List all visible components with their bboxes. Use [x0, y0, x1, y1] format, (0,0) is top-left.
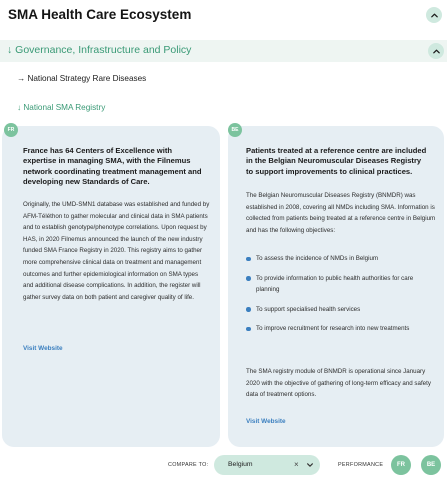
- section-governance[interactable]: ↓ Governance, Infrastructure and Policy: [0, 40, 447, 62]
- app-header: SMA Health Care Ecosystem: [0, 0, 447, 32]
- card-heading: France has 64 Centers of Excellence with…: [23, 146, 202, 187]
- country-badge-be: BE: [228, 123, 242, 137]
- section-title-text: Governance, Infrastructure and Policy: [15, 44, 192, 56]
- performance-badge-be[interactable]: BE: [421, 455, 441, 475]
- list-item: To assess the incidence of NMDs in Belgi…: [246, 253, 438, 265]
- subsection-national-registry[interactable]: ↓ National SMA Registry: [17, 103, 105, 112]
- arrow-down-icon: ↓: [17, 103, 22, 112]
- compare-country-select[interactable]: Belgium ×: [214, 455, 320, 475]
- chevron-up-icon: [432, 49, 440, 53]
- collapse-all-button[interactable]: [426, 7, 442, 23]
- subsection-label: National Strategy Rare Diseases: [27, 74, 147, 83]
- visit-website-link[interactable]: Visit Website: [23, 345, 63, 352]
- bullet-dot-icon: [246, 326, 251, 332]
- country-badge-fr: FR: [4, 123, 18, 137]
- compare-selected-value: Belgium: [228, 461, 253, 468]
- country-card-france: FR France has 64 Centers of Excellence w…: [2, 123, 220, 447]
- objectives-list: To assess the incidence of NMDs in Belgi…: [246, 253, 438, 343]
- chevron-down-icon[interactable]: [306, 461, 314, 469]
- performance-label: PERFORMANCE: [338, 462, 384, 468]
- country-card-belgium: BE Patients treated at a reference centr…: [228, 123, 444, 447]
- arrow-down-icon: ↓: [7, 44, 13, 56]
- card-body: The Belgian Neuromuscular Diseases Regis…: [246, 192, 436, 234]
- card-heading: Patients treated at a reference centre a…: [246, 146, 427, 176]
- bullet-dot-icon: [246, 276, 251, 281]
- clear-icon[interactable]: ×: [294, 460, 299, 469]
- compare-label: COMPARE TO:: [168, 462, 209, 468]
- visit-website-link[interactable]: Visit Website: [246, 418, 286, 425]
- card-body: Originally, the UMD-SMN1 database was es…: [23, 201, 210, 301]
- section-collapse-button[interactable]: [428, 43, 444, 59]
- card-closing: The SMA registry module of BNMDR is oper…: [246, 368, 431, 399]
- subsection-national-strategy[interactable]: → National Strategy Rare Diseases: [17, 74, 146, 83]
- page-title: SMA Health Care Ecosystem: [8, 7, 192, 22]
- compare-footer: COMPARE TO: Belgium × PERFORMANCE FR BE: [0, 452, 447, 477]
- chevron-up-icon: [430, 13, 438, 17]
- bullet-dot-icon: [246, 256, 251, 261]
- arrow-right-icon: →: [17, 74, 26, 83]
- performance-badge-fr[interactable]: FR: [391, 455, 411, 475]
- section-title: ↓ Governance, Infrastructure and Policy: [7, 44, 191, 56]
- subsection-label: National SMA Registry: [23, 103, 106, 112]
- list-item: To provide information to public health …: [246, 273, 438, 296]
- bullet-dot-icon: [246, 307, 251, 312]
- list-item: To improve recruitment for research into…: [246, 323, 438, 335]
- list-item: To support specialised health services: [246, 304, 438, 316]
